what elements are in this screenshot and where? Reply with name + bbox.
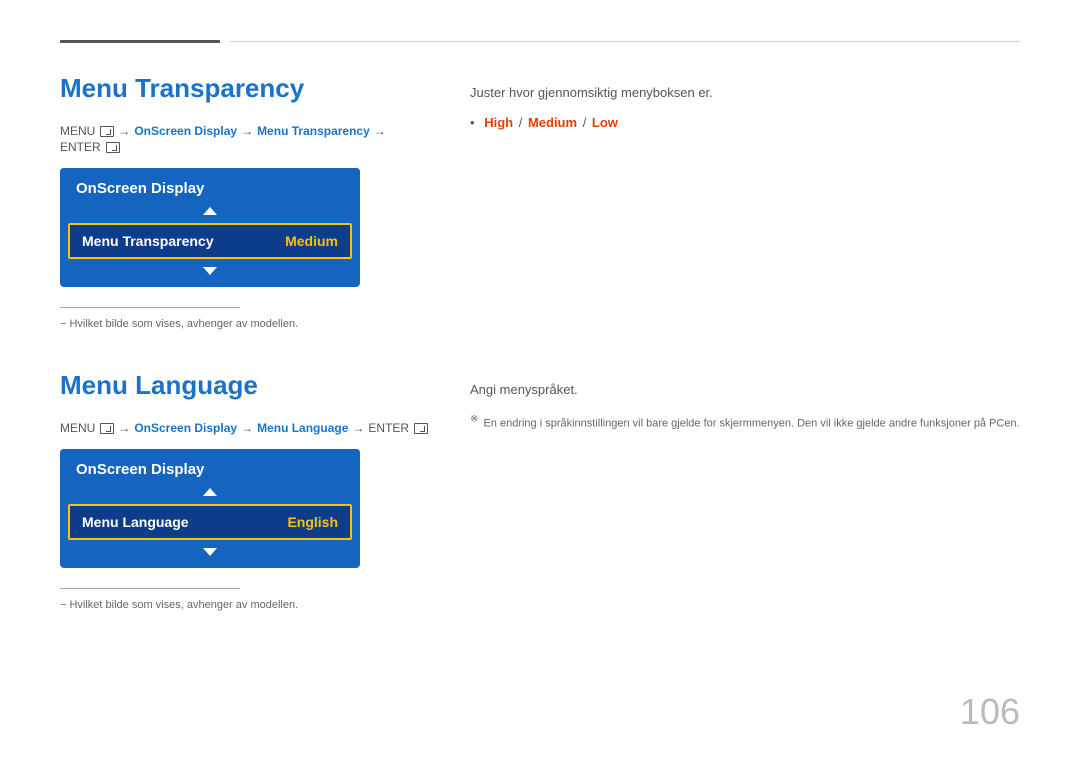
enter2-icon	[414, 423, 428, 434]
section1-left: Menu Transparency MENU → OnScreen Displa…	[60, 73, 430, 330]
section-menu-language: Menu Language MENU → OnScreen Display → …	[60, 370, 1020, 611]
opt-high: High	[484, 115, 513, 130]
bc-menu-label: MENU	[60, 124, 95, 138]
bc-arrow1: →	[118, 124, 130, 138]
osd2-row-label: Menu Language	[82, 514, 189, 530]
osd1-chevron-up	[60, 203, 360, 223]
osd1-row: Menu Transparency Medium	[68, 223, 352, 259]
footnote-content: En endring i språkinnstillingen vil bare…	[483, 417, 1019, 429]
section2-divider	[60, 588, 240, 589]
section1-breadcrumb: MENU → OnScreen Display → Menu Transpare…	[60, 124, 430, 154]
enter-icon	[106, 142, 120, 153]
bc2-menu-language: Menu Language	[257, 421, 348, 435]
section1-options: • High / Medium / Low	[470, 115, 1020, 130]
chevron-up-icon	[203, 207, 217, 215]
top-dividers	[60, 40, 1020, 43]
section1-note: − Hvilket bilde som vises, avhenger av m…	[60, 318, 430, 330]
bc2-onscreen: OnScreen Display	[134, 421, 237, 435]
bullet-icon: •	[470, 115, 475, 130]
bc-arrow2: →	[241, 124, 253, 138]
section2-breadcrumb: MENU → OnScreen Display → Menu Language …	[60, 421, 430, 435]
section2-left: Menu Language MENU → OnScreen Display → …	[60, 370, 430, 611]
section2-note: − Hvilket bilde som vises, avhenger av m…	[60, 599, 430, 611]
section2-osd-panel: OnScreen Display Menu Language English	[60, 449, 360, 568]
opt-medium: Medium	[528, 115, 577, 130]
section-menu-transparency: Menu Transparency MENU → OnScreen Displa…	[60, 73, 1020, 330]
section2-description: Angi menyspråket.	[470, 380, 1020, 400]
footnote-superscript: ※	[470, 414, 478, 425]
divider-short	[60, 40, 220, 43]
section2-title: Menu Language	[60, 370, 430, 401]
osd2-chevron-down	[60, 540, 360, 568]
chevron-down-icon	[203, 267, 217, 275]
bc-enter: ENTER	[60, 140, 101, 154]
osd2-row-value: English	[287, 514, 338, 530]
section1-osd-panel: OnScreen Display Menu Transparency Mediu…	[60, 168, 360, 287]
section2-right: Angi menyspråket. ※ En endring i språkin…	[470, 370, 1020, 611]
chevron-down2-icon	[203, 548, 217, 556]
menu-icon	[100, 126, 114, 137]
divider-long	[230, 41, 1020, 42]
sep1: /	[519, 115, 526, 130]
section1-divider	[60, 307, 240, 308]
bc-onscreen: OnScreen Display	[134, 124, 237, 138]
bc2-arrow2: →	[241, 421, 253, 435]
section2-footnote: ※ En endring i språkinnstillingen vil ba…	[470, 412, 1020, 433]
bc-menu-transparency: Menu Transparency	[257, 124, 370, 138]
osd1-row-value: Medium	[285, 233, 338, 249]
bc2-enter: ENTER	[368, 421, 409, 435]
bc2-menu-label: MENU	[60, 421, 95, 435]
chevron-up2-icon	[203, 488, 217, 496]
osd2-header: OnScreen Display	[60, 449, 360, 484]
section1-right: Juster hvor gjennomsiktig menyboksen er.…	[470, 73, 1020, 330]
section1-title: Menu Transparency	[60, 73, 430, 104]
menu2-icon	[100, 423, 114, 434]
section1-description: Juster hvor gjennomsiktig menyboksen er.	[470, 83, 1020, 103]
osd1-row-label: Menu Transparency	[82, 233, 214, 249]
bc-arrow3: →	[374, 124, 386, 138]
bc2-arrow3: →	[352, 421, 364, 435]
osd1-header: OnScreen Display	[60, 168, 360, 203]
bc2-arrow1: →	[118, 421, 130, 435]
page-number: 106	[960, 691, 1020, 733]
sep2: /	[583, 115, 590, 130]
osd1-chevron-down	[60, 259, 360, 287]
opt-low: Low	[592, 115, 618, 130]
osd2-row: Menu Language English	[68, 504, 352, 540]
osd2-chevron-up	[60, 484, 360, 504]
